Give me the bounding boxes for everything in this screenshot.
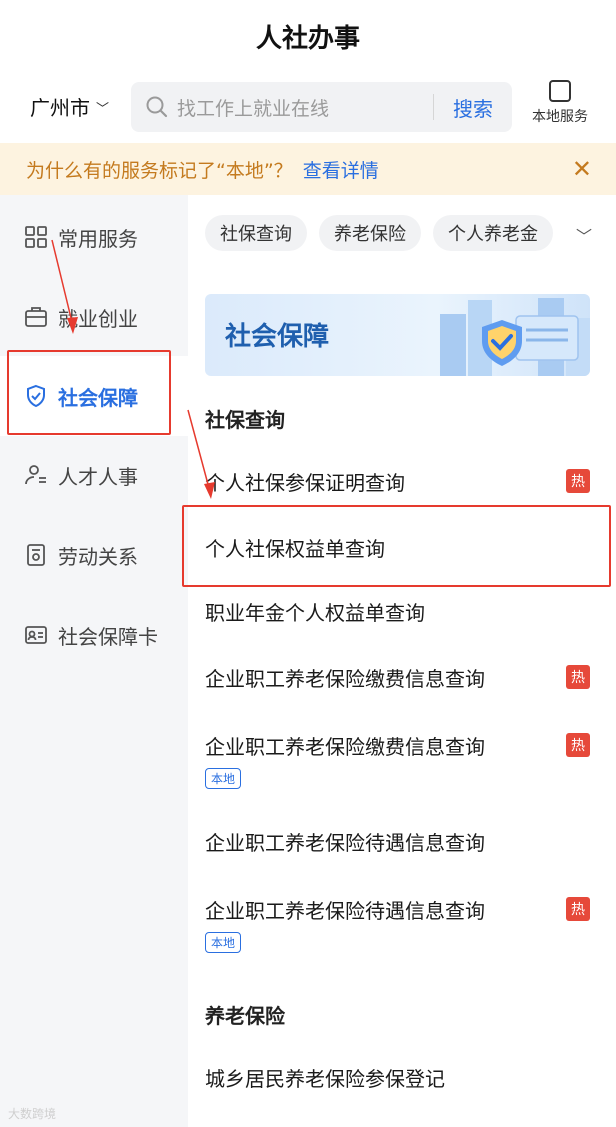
hot-badge: 热: [566, 897, 590, 921]
banner-title: 社会保障: [225, 322, 330, 352]
chevron-down-icon: ﹀: [96, 102, 110, 117]
filter-chips: 社保查询 养老保险 个人养老金: [205, 215, 553, 251]
city-selector[interactable]: 广州市 ﹀: [30, 92, 109, 121]
sidebar-item-talent[interactable]: 人才人事: [0, 435, 188, 515]
service-label: 企业职工养老保险缴费信息查询: [205, 667, 485, 691]
service-item[interactable]: 企业职工养老保险待遇信息查询 热 本地: [205, 895, 590, 953]
search-icon: [137, 82, 177, 132]
sidebar-item-label: 劳动关系: [58, 544, 138, 569]
service-label: 个人社保参保证明查询: [205, 471, 405, 495]
service-item[interactable]: 城乡居民养老保险参保登记: [205, 1063, 590, 1092]
city-label: 广州市: [30, 96, 90, 120]
sidebar-item-labor-relations[interactable]: 劳动关系: [0, 515, 188, 595]
notice-details-link[interactable]: 查看详情: [303, 156, 379, 183]
service-item[interactable]: 企业职工养老保险缴费信息查询 热 本地: [205, 731, 590, 789]
local-tag: 本地: [205, 768, 242, 789]
search-button[interactable]: 搜索: [434, 93, 512, 122]
document-icon: [24, 543, 48, 567]
banner-illustration: [440, 298, 590, 376]
chip-personal-pension[interactable]: 个人养老金: [433, 215, 553, 251]
sidebar-item-ss-card[interactable]: 社会保障卡: [0, 595, 188, 675]
notice-question: 为什么有的服务标记了“本地”？: [26, 159, 293, 182]
service-item[interactable]: 职业年金个人权益单查询: [205, 597, 590, 626]
sidebar-item-employment[interactable]: 就业创业: [0, 277, 188, 357]
content-panel: 社保查询 养老保险 个人养老金 ﹀ 社会保障 社保查询 个人社保参保证明查询 热…: [188, 195, 616, 1127]
sidebar-item-label: 就业创业: [58, 306, 138, 331]
sidebar-item-common-services[interactable]: 常用服务: [0, 197, 188, 277]
briefcase-icon: [24, 305, 48, 329]
local-service-button[interactable]: 本地服务: [524, 80, 596, 126]
chip-pension-insurance[interactable]: 养老保险: [319, 215, 421, 251]
category-sidebar: 常用服务 就业创业 社会保障 人才人事 劳动关系 社会保障卡: [0, 195, 188, 1127]
search-input[interactable]: 找工作上就业在线 搜索: [131, 82, 512, 132]
watermark: 大数跨境: [8, 1107, 57, 1121]
category-banner: 社会保障: [205, 294, 590, 376]
hot-badge: 热: [566, 665, 590, 689]
annotation-highlight-sidebar: [7, 350, 171, 435]
annotation-highlight-service: [182, 505, 611, 587]
service-label: 企业职工养老保险待遇信息查询: [205, 899, 485, 923]
person-icon: [24, 463, 48, 487]
service-label: 城乡居民养老保险参保登记: [205, 1067, 445, 1091]
local-notice-banner: 为什么有的服务标记了“本地”？ 查看详情 ✕: [0, 143, 616, 195]
local-tag: 本地: [205, 932, 242, 953]
page-title: 人社办事: [255, 23, 360, 54]
local-service-label: 本地服务: [532, 109, 588, 125]
search-placeholder: 找工作上就业在线: [177, 97, 330, 120]
sidebar-item-label: 社会保障卡: [58, 624, 158, 649]
sidebar-item-label: 常用服务: [58, 226, 138, 251]
chevron-down-icon[interactable]: ﹀: [576, 223, 592, 247]
hot-badge: 热: [566, 733, 590, 757]
service-label: 企业职工养老保险缴费信息查询: [205, 735, 485, 759]
service-item[interactable]: 企业职工养老保险待遇信息查询: [205, 827, 590, 856]
close-icon[interactable]: ✕: [572, 155, 592, 183]
sidebar-item-label: 人才人事: [58, 464, 138, 489]
local-service-icon: [549, 80, 571, 102]
grid-icon: [24, 225, 48, 249]
service-item[interactable]: 企业职工养老保险缴费信息查询 热: [205, 663, 590, 692]
service-label: 职业年金个人权益单查询: [205, 601, 425, 625]
chip-ss-query[interactable]: 社保查询: [205, 215, 307, 251]
search-bar-row: 广州市 ﹀ 找工作上就业在线 搜索 本地服务: [0, 76, 616, 138]
section-title-ss-query: 社保查询: [205, 408, 285, 432]
section-title-pension: 养老保险: [205, 1004, 285, 1028]
hot-badge: 热: [566, 469, 590, 493]
service-label: 企业职工养老保险待遇信息查询: [205, 831, 485, 855]
service-item[interactable]: 个人社保参保证明查询 热: [205, 467, 590, 496]
id-card-icon: [24, 623, 48, 647]
